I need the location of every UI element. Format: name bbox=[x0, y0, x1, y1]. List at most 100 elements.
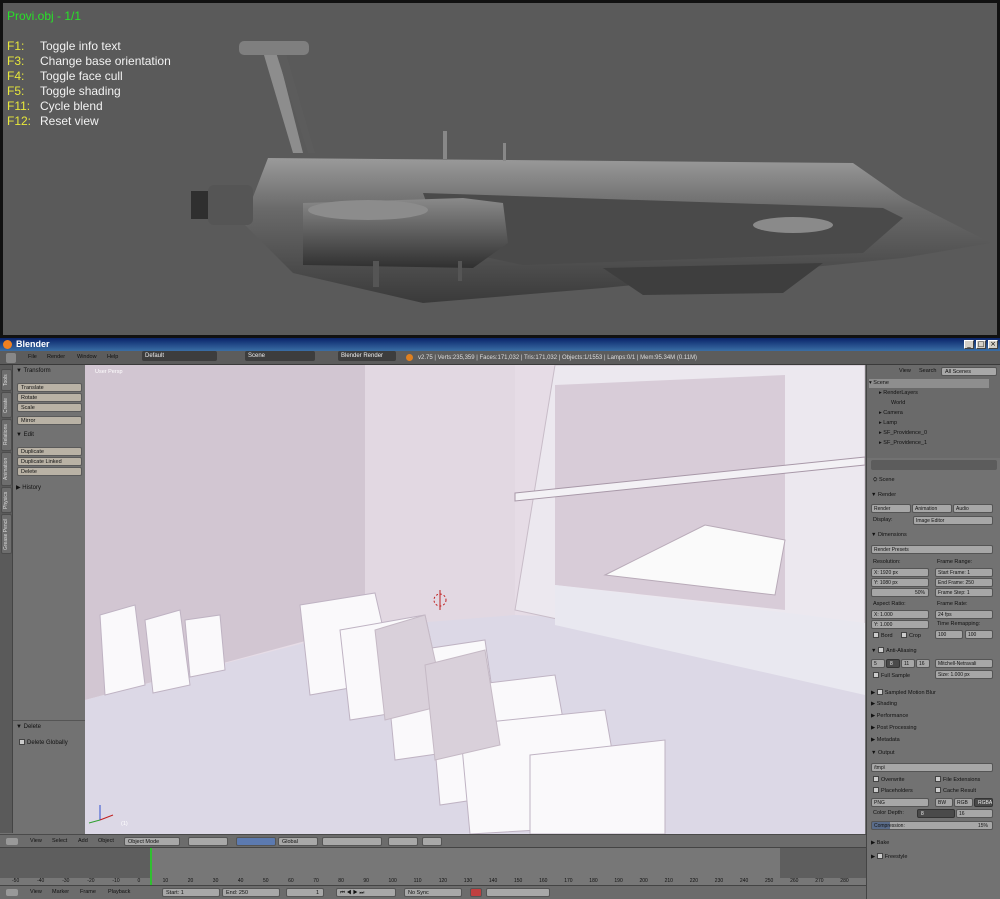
record-button[interactable] bbox=[470, 888, 482, 897]
shading-select[interactable] bbox=[188, 837, 228, 846]
outliner-item[interactable]: ▸ SF_Providence_0 bbox=[869, 429, 989, 438]
output-path-field[interactable]: /tmp\ bbox=[871, 763, 993, 772]
display-select[interactable]: Image Editor bbox=[913, 516, 993, 525]
snap-select[interactable] bbox=[388, 837, 418, 846]
outliner-display-select[interactable]: All Scenes bbox=[941, 367, 997, 376]
freestyle-panel-header[interactable]: ▶ Freestyle bbox=[871, 853, 907, 860]
remap-new-field[interactable]: 100 bbox=[965, 630, 993, 639]
outliner-item[interactable]: ▸ Camera bbox=[869, 409, 989, 418]
editor-type-icon[interactable] bbox=[6, 889, 18, 896]
tab-create[interactable]: Create bbox=[1, 392, 12, 418]
frame-step-field[interactable]: Frame Step: 1 bbox=[935, 588, 993, 597]
mode-select[interactable]: Object Mode bbox=[124, 837, 180, 846]
edit-panel-header[interactable]: ▼ Edit bbox=[16, 432, 34, 438]
delete-button[interactable]: Delete bbox=[17, 467, 82, 476]
anti-aliasing-panel-header[interactable]: ▼ Anti-Aliasing bbox=[871, 647, 917, 654]
editor-type-icon[interactable] bbox=[6, 838, 18, 845]
aa-sample-8[interactable]: 8 bbox=[886, 659, 900, 668]
outliner-item[interactable]: ▸ Lamp bbox=[869, 419, 989, 428]
placeholders-checkbox[interactable]: Placeholders bbox=[873, 787, 913, 794]
editor-type-icon[interactable] bbox=[6, 353, 16, 363]
render-panel-header[interactable]: ▼ Render bbox=[871, 492, 896, 498]
duplicate-button[interactable]: Duplicate bbox=[17, 447, 82, 456]
aspect-x-field[interactable]: X: 1.000 bbox=[871, 610, 929, 619]
duplicate-linked-button[interactable]: Duplicate Linked bbox=[17, 457, 82, 466]
resolution-percent-field[interactable]: 50% bbox=[871, 588, 929, 597]
color-rgb-button[interactable]: RGB bbox=[954, 798, 973, 807]
menu-marker[interactable]: Marker bbox=[52, 886, 69, 899]
resolution-y-field[interactable]: Y: 1080 px bbox=[871, 578, 929, 587]
color-bw-button[interactable]: BW bbox=[935, 798, 953, 807]
3d-viewport[interactable]: User Persp (1) bbox=[85, 365, 865, 834]
animation-button[interactable]: Animation bbox=[912, 504, 952, 513]
dimensions-panel-header[interactable]: ▼ Dimensions bbox=[871, 532, 907, 538]
aspect-y-field[interactable]: Y: 1.000 bbox=[871, 620, 929, 629]
menu-playback[interactable]: Playback bbox=[108, 886, 130, 899]
history-panel-header[interactable]: ▶ History bbox=[16, 484, 41, 491]
resolution-x-field[interactable]: X: 1920 px bbox=[871, 568, 929, 577]
aa-filter-select[interactable]: Mitchell-Netravali bbox=[935, 659, 993, 668]
layer-buttons[interactable] bbox=[322, 837, 382, 846]
metadata-panel-header[interactable]: ▶ Metadata bbox=[871, 737, 900, 743]
end-frame-field[interactable]: End Frame: 250 bbox=[935, 578, 993, 587]
menu-frame[interactable]: Frame bbox=[80, 886, 96, 899]
render-preview-button[interactable] bbox=[422, 837, 442, 846]
translate-button[interactable]: Translate bbox=[17, 383, 82, 392]
close-button[interactable]: × bbox=[988, 340, 998, 349]
manipulator-buttons[interactable] bbox=[236, 837, 276, 846]
menu-file[interactable]: File bbox=[28, 351, 37, 364]
timeline[interactable]: -50 -40 -30 -20 -10 0 10 20 30 40 50 60 70 80 90 100 110… bbox=[0, 847, 866, 886]
fps-select[interactable]: 24 fps bbox=[935, 610, 993, 619]
outliner-item[interactable]: ▸ RenderLayers bbox=[869, 389, 989, 398]
overwrite-checkbox[interactable]: Overwrite bbox=[873, 776, 905, 783]
minimize-button[interactable]: _ bbox=[964, 340, 974, 349]
remap-old-field[interactable]: 100 bbox=[935, 630, 963, 639]
end-frame-field[interactable]: End: 250 bbox=[222, 888, 280, 897]
rotate-button[interactable]: Rotate bbox=[17, 393, 82, 402]
scale-button[interactable]: Scale bbox=[17, 403, 82, 412]
motion-blur-panel-header[interactable]: ▶ Sampled Motion Blur bbox=[871, 689, 936, 696]
outliner-item[interactable]: ▾ Scene bbox=[869, 379, 989, 388]
tab-grease-pencil[interactable]: Grease Pencil bbox=[1, 514, 12, 554]
color-rgba-button[interactable]: RGBA bbox=[974, 798, 993, 807]
menu-render[interactable]: Render bbox=[47, 351, 65, 364]
audio-button[interactable]: Audio bbox=[953, 504, 993, 513]
file-format-select[interactable]: PNG bbox=[871, 798, 929, 807]
scene-select[interactable]: Scene bbox=[245, 351, 315, 361]
post-processing-panel-header[interactable]: ▶ Post Processing bbox=[871, 725, 917, 731]
delete-globally-checkbox[interactable]: Delete Globally bbox=[19, 739, 68, 746]
playback-controls[interactable]: ⏮ ◀ ▶ ⏭ bbox=[336, 888, 396, 897]
menu-view[interactable]: View bbox=[30, 886, 42, 899]
tab-animation[interactable]: Animation bbox=[1, 452, 12, 486]
menu-window[interactable]: Window bbox=[77, 351, 97, 364]
menu-help[interactable]: Help bbox=[107, 351, 118, 364]
start-frame-field[interactable]: Start Frame: 1 bbox=[935, 568, 993, 577]
mirror-button[interactable]: Mirror bbox=[17, 416, 82, 425]
properties-context-tabs[interactable] bbox=[871, 460, 997, 470]
keying-set-field[interactable] bbox=[486, 888, 550, 897]
orientation-select[interactable]: Global bbox=[278, 837, 318, 846]
full-sample-checkbox[interactable]: Full Sample bbox=[873, 672, 910, 679]
tab-tools[interactable]: Tools bbox=[1, 369, 12, 391]
sync-select[interactable]: No Sync bbox=[404, 888, 462, 897]
tab-physics[interactable]: Physics bbox=[1, 487, 12, 513]
depth-16-button[interactable]: 16 bbox=[956, 809, 993, 818]
performance-panel-header[interactable]: ▶ Performance bbox=[871, 713, 908, 719]
bake-panel-header[interactable]: ▶ Bake bbox=[871, 840, 889, 846]
outliner-item[interactable]: World bbox=[869, 399, 989, 408]
border-checkbox[interactable]: Bord bbox=[873, 632, 893, 639]
engine-select[interactable]: Blender Render bbox=[338, 351, 396, 361]
delete-panel-header[interactable]: ▼ Delete bbox=[16, 724, 41, 730]
layout-select[interactable]: Default bbox=[142, 351, 217, 361]
outliner-item[interactable]: ▸ SF_Providence_1 bbox=[869, 439, 989, 448]
render-button[interactable]: Render bbox=[871, 504, 911, 513]
file-extensions-checkbox[interactable]: File Extensions bbox=[935, 776, 980, 783]
output-panel-header[interactable]: ▼ Output bbox=[871, 750, 895, 756]
aa-sample-5[interactable]: 5 bbox=[871, 659, 885, 668]
maximize-button[interactable]: □ bbox=[976, 340, 986, 349]
depth-8-button[interactable]: 8 bbox=[917, 809, 955, 818]
current-frame-field[interactable]: 1 bbox=[286, 888, 324, 897]
aa-sample-16[interactable]: 16 bbox=[916, 659, 930, 668]
render-presets-select[interactable]: Render Presets bbox=[871, 545, 993, 554]
cache-result-checkbox[interactable]: Cache Result bbox=[935, 787, 976, 794]
